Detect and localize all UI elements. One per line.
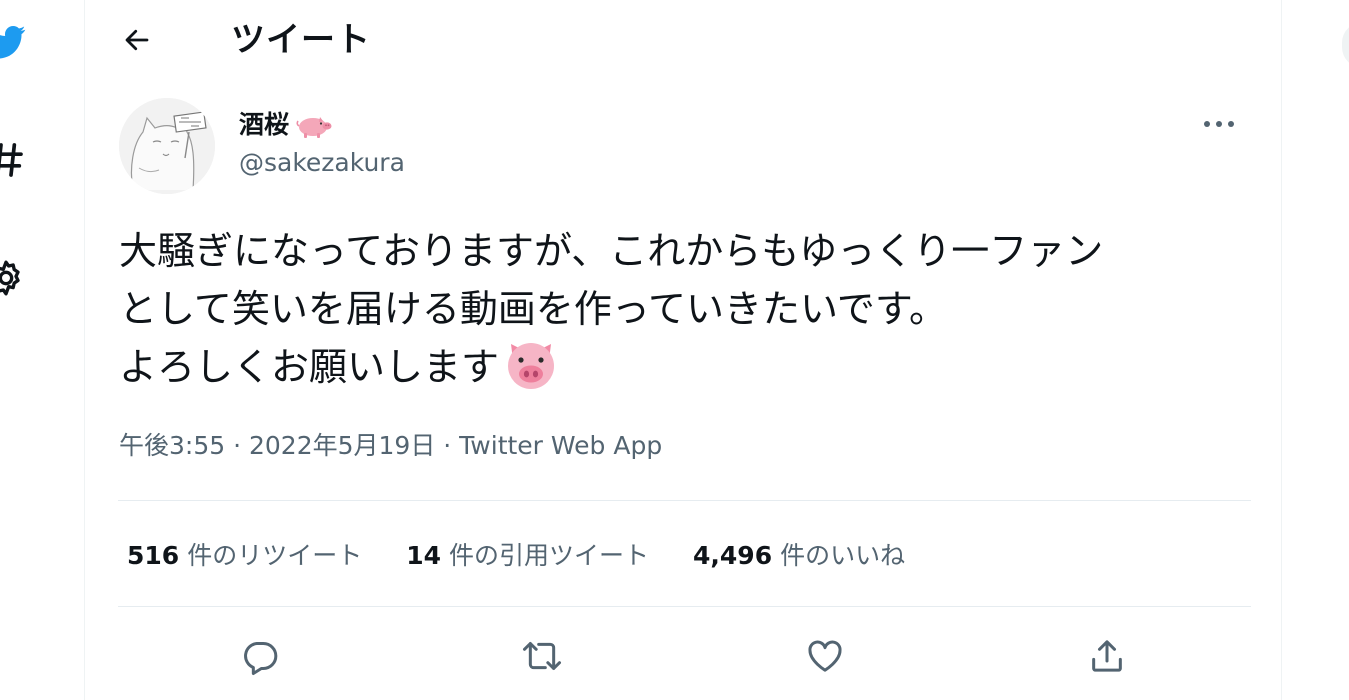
meta-separator: · xyxy=(435,431,460,460)
display-name-text: 酒桜 xyxy=(239,110,290,139)
tweet-source-link[interactable]: Twitter Web App xyxy=(459,431,662,460)
avatar[interactable] xyxy=(119,98,215,194)
likes-stat[interactable]: 4,496 件のいいね xyxy=(693,536,905,572)
twitter-bird-icon[interactable] xyxy=(0,22,26,62)
tweet-timestamp: 午後3:55 · 2022年5月19日 · Twitter Web App xyxy=(119,428,662,464)
tweet-text-body: 大騒ぎになっておりますが、これからもゆっくり一ファン として笑いを届ける動画を作… xyxy=(119,229,1104,389)
display-name[interactable]: 酒桜 xyxy=(239,108,333,142)
more-options-button[interactable] xyxy=(1199,104,1239,144)
like-icon xyxy=(808,640,842,672)
meta-separator: · xyxy=(225,431,249,460)
arrow-left-icon xyxy=(125,29,149,51)
share-button[interactable] xyxy=(1081,630,1133,682)
main-column: ツイート 酒桜 @sakezakura 大騒ぎになっておりますが、これからもゆっ… xyxy=(84,0,1282,700)
tweet-page: ツイート 酒桜 @sakezakura 大騒ぎになっておりますが、これからもゆっ… xyxy=(0,0,1349,700)
retweets-stat[interactable]: 516 件のリツイート xyxy=(127,536,362,572)
quote-tweets-count: 14 xyxy=(406,541,441,570)
reply-icon xyxy=(244,642,278,675)
tweet-header: ツイート xyxy=(85,0,1281,80)
quote-tweets-stat[interactable]: 14 件の引用ツイート xyxy=(406,536,649,572)
retweets-count: 516 xyxy=(127,541,180,570)
avatar-cat-sketch-icon xyxy=(119,98,215,194)
retweet-button[interactable] xyxy=(516,630,568,682)
tweet-stats: 516 件のリツイート 14 件の引用ツイート 4,496 件のいいね xyxy=(127,534,949,574)
likes-count: 4,496 xyxy=(693,541,773,570)
more-dots-icon xyxy=(1204,121,1234,127)
divider xyxy=(118,500,1251,501)
tweet-time[interactable]: 午後3:55 xyxy=(119,431,225,460)
reply-button[interactable] xyxy=(234,630,286,682)
quote-tweets-label: 件の引用ツイート xyxy=(449,541,650,570)
tweet-date[interactable]: 2022年5月19日 xyxy=(249,431,435,460)
likes-label: 件のいいね xyxy=(780,541,906,570)
page-title: ツイート xyxy=(231,20,371,60)
divider xyxy=(118,606,1251,607)
retweet-icon xyxy=(523,642,561,670)
retweets-label: 件のリツイート xyxy=(187,541,363,570)
tweet-text: 大騒ぎになっておりますが、これからもゆっくり一ファン として笑いを届ける動画を作… xyxy=(119,222,1249,406)
hashtag-icon[interactable] xyxy=(0,140,26,180)
search-box-edge[interactable] xyxy=(1342,22,1349,68)
back-button[interactable] xyxy=(115,18,159,62)
left-nav xyxy=(0,0,40,700)
pig-icon xyxy=(296,117,332,138)
share-icon xyxy=(1092,640,1122,672)
pig-face-icon xyxy=(503,338,559,406)
tweet-action-bar xyxy=(85,630,1281,682)
user-handle[interactable]: @sakezakura xyxy=(239,146,405,180)
like-button[interactable] xyxy=(799,630,851,682)
gear-icon[interactable] xyxy=(0,258,26,298)
